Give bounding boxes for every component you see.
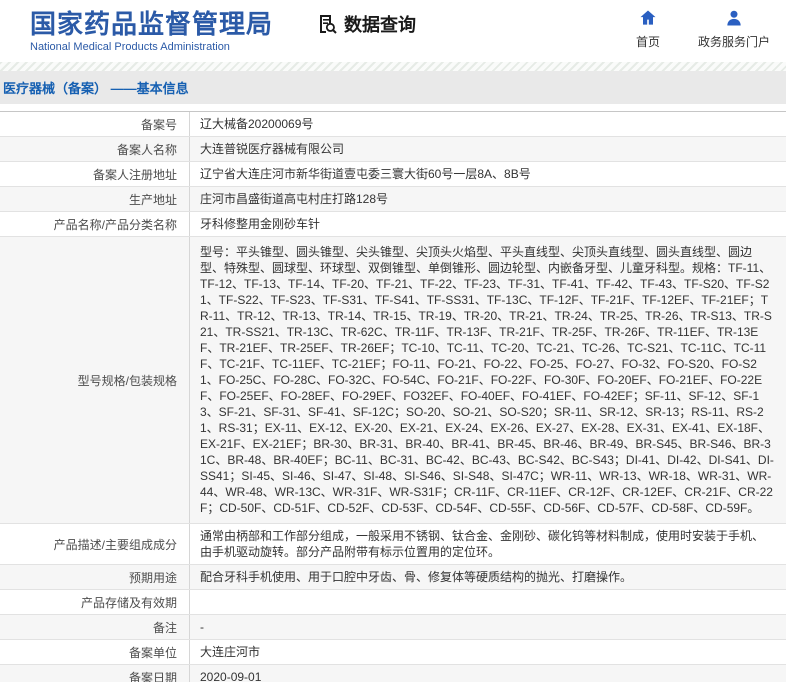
table-row: 备注 - (0, 615, 786, 640)
table-row: 产品名称/产品分类名称 牙科修整用金刚砂车针 (0, 212, 786, 237)
data-query-label: 数据查询 (344, 15, 417, 35)
row-label: 备案人名称 (0, 137, 190, 161)
table-row: 产品存储及有效期 (0, 590, 786, 615)
row-value: 大连庄河市 (200, 645, 261, 659)
table-row: 备案单位 大连庄河市 (0, 640, 786, 665)
record-detail-table: 备案号 辽大械备20200069号 备案人名称 大连普锐医疗器械有限公司 备案人… (0, 111, 786, 682)
row-label: 生产地址 (0, 187, 190, 211)
row-label: 备案号 (0, 112, 190, 136)
row-value: 配合牙科手机使用、用于口腔中牙齿、骨、修复体等硬质结构的抛光、打磨操作。 (200, 570, 633, 584)
row-value: 2020-09-01 (200, 670, 262, 682)
row-value: 型号：平头锥型、圆头锥型、尖头锥型、尖顶头火焰型、平头直线型、尖顶头直线型、圆头… (200, 245, 774, 515)
row-label: 产品存储及有效期 (0, 590, 190, 614)
nav-item-label: 首页 (635, 35, 660, 49)
nmpa-logo: 国家药品监督管理局 National Medical Products Admi… (30, 9, 273, 54)
row-label: 型号规格/包装规格 (0, 237, 190, 523)
home-icon (638, 8, 658, 28)
table-row: 预期用途 配合牙科手机使用、用于口腔中牙齿、骨、修复体等硬质结构的抛光、打磨操作… (0, 565, 786, 590)
table-row: 备案日期 2020-09-01 (0, 665, 786, 682)
row-label: 备注 (0, 615, 190, 639)
row-label: 备案人注册地址 (0, 162, 190, 186)
logo-title-en: National Medical Products Administration (30, 40, 230, 53)
table-row: 备案号 辽大械备20200069号 (0, 112, 786, 137)
table-row: 型号规格/包装规格 型号：平头锥型、圆头锥型、尖头锥型、尖顶头火焰型、平头直线型… (0, 237, 786, 524)
row-value: 通常由柄部和工作部分组成，一般采用不锈钢、钛合金、金刚砂、碳化钨等材料制成，使用… (200, 529, 765, 559)
user-icon (724, 8, 744, 28)
row-label: 产品描述/主要组成成分 (0, 524, 190, 564)
table-row: 生产地址 庄河市昌盛街道高屯村庄打路128号 (0, 187, 786, 212)
row-value (190, 590, 786, 614)
row-value: 大连普锐医疗器械有限公司 (200, 142, 345, 156)
row-value: 辽宁省大连庄河市新华街道壹屯委三寰大街60号一层8A、8B号 (200, 167, 531, 181)
nav-item-gov-portal[interactable]: 政务服务门户 (698, 8, 770, 50)
hatched-divider (0, 62, 786, 71)
data-query-title[interactable]: 数据查询 (315, 11, 416, 37)
table-row: 产品描述/主要组成成分 通常由柄部和工作部分组成，一般采用不锈钢、钛合金、金刚砂… (0, 524, 786, 565)
nav-item-home[interactable]: 首页 (626, 8, 670, 50)
document-search-icon (315, 12, 339, 36)
row-label: 备案日期 (0, 665, 190, 682)
logo-title-cn: 国家药品监督管理局 (30, 8, 274, 39)
row-label: 备案单位 (0, 640, 190, 664)
row-value: - (200, 620, 204, 634)
table-row: 备案人名称 大连普锐医疗器械有限公司 (0, 137, 786, 162)
table-row: 备案人注册地址 辽宁省大连庄河市新华街道壹屯委三寰大街60号一层8A、8B号 (0, 162, 786, 187)
nav-item-label: 政务服务门户 (697, 35, 770, 49)
row-label: 产品名称/产品分类名称 (0, 212, 190, 236)
row-value: 辽大械备20200069号 (200, 117, 314, 131)
breadcrumb-band: 医疗器械（备案） ——基本信息 (0, 71, 786, 104)
row-value: 牙科修整用金刚砂车针 (200, 217, 321, 231)
breadcrumb: 医疗器械（备案） ——基本信息 (3, 81, 189, 96)
top-nav: 首页 政务服务门户 (626, 8, 770, 50)
site-header: 国家药品监督管理局 National Medical Products Admi… (0, 0, 786, 62)
row-value: 庄河市昌盛街道高屯村庄打路128号 (200, 192, 389, 206)
row-label: 预期用途 (0, 565, 190, 589)
